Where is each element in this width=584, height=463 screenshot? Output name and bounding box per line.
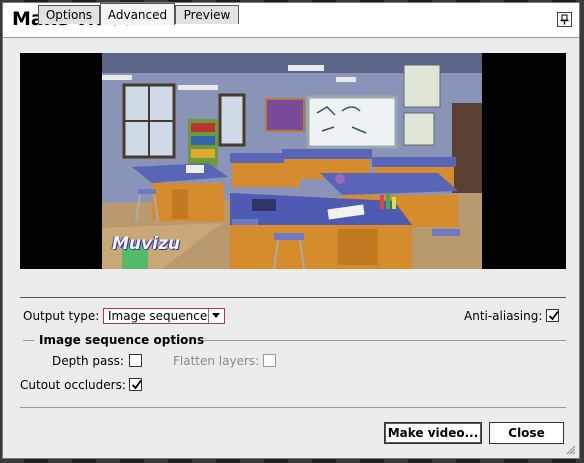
preview-scene-image: Muvizu [102, 53, 482, 269]
output-type-value: Image sequence [108, 309, 208, 323]
muvizu-watermark: Muvizu [112, 234, 180, 254]
antialiasing-label: Anti-aliasing: [464, 309, 543, 323]
tab-options[interactable]: Options [38, 5, 100, 24]
depth-pass-label: Depth pass: [52, 354, 124, 368]
make-video-dialog: Make video [2, 2, 580, 459]
close-button[interactable]: Close [489, 422, 564, 444]
tab-advanced[interactable]: Advanced [100, 3, 175, 25]
make-video-button[interactable]: Make video... [384, 422, 482, 444]
section-divider-left [23, 340, 34, 341]
depth-pass-checkbox[interactable] [129, 354, 142, 367]
flatten-layers-label: Flatten layers: [173, 354, 260, 368]
cutout-occluders-checkbox[interactable] [129, 378, 142, 391]
section-divider-right [204, 340, 566, 341]
output-type-label: Output type: [23, 309, 100, 323]
flatten-layers-checkbox[interactable] [263, 354, 276, 367]
antialiasing-checkbox[interactable] [546, 309, 559, 322]
output-type-select[interactable]: Image sequence [103, 308, 225, 324]
chevron-down-icon[interactable] [208, 309, 224, 323]
footer-divider [20, 407, 566, 408]
video-preview: Muvizu [20, 53, 566, 269]
image-sequence-options-title: Image sequence options [39, 333, 205, 347]
tab-preview[interactable]: Preview [175, 5, 239, 24]
tab-divider [20, 297, 566, 298]
pin-icon[interactable] [557, 12, 572, 27]
resize-grip-icon[interactable] [566, 445, 576, 455]
cutout-occluders-label: Cutout occluders: [20, 378, 126, 392]
